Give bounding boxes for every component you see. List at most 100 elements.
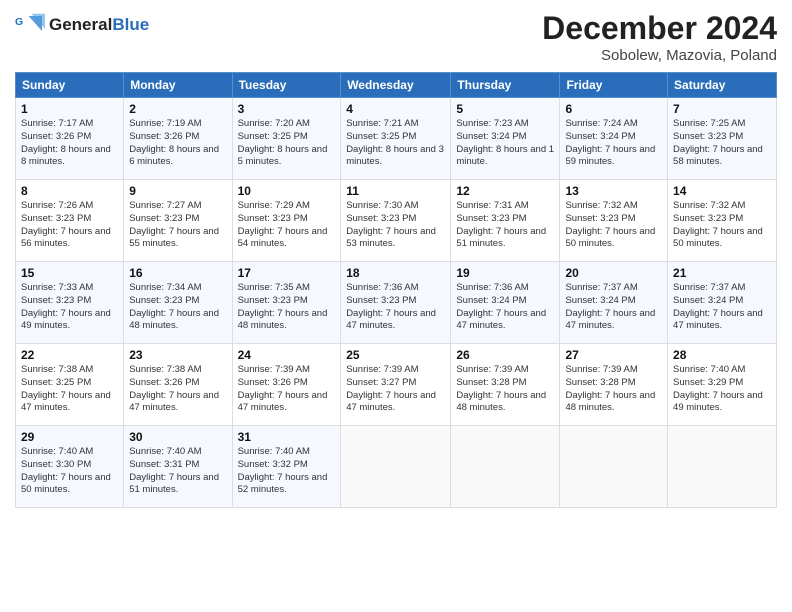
col-tuesday: Tuesday (232, 73, 341, 98)
day-info: Sunrise: 7:40 AMSunset: 3:30 PMDaylight:… (21, 446, 118, 497)
day-info: Sunrise: 7:36 AMSunset: 3:23 PMDaylight:… (346, 282, 445, 333)
day-number: 10 (238, 184, 336, 198)
day-number: 21 (673, 266, 771, 280)
day-number: 6 (565, 102, 662, 116)
table-row: 9 Sunrise: 7:27 AMSunset: 3:23 PMDayligh… (124, 180, 232, 262)
day-number: 5 (456, 102, 554, 116)
day-number: 9 (129, 184, 226, 198)
table-row (341, 426, 451, 508)
day-info: Sunrise: 7:39 AMSunset: 3:26 PMDaylight:… (238, 364, 336, 415)
day-info: Sunrise: 7:30 AMSunset: 3:23 PMDaylight:… (346, 200, 445, 251)
calendar-header-row: Sunday Monday Tuesday Wednesday Thursday… (16, 73, 777, 98)
calendar-week-row: 15 Sunrise: 7:33 AMSunset: 3:23 PMDaylig… (16, 262, 777, 344)
day-number: 22 (21, 348, 118, 362)
calendar-week-row: 29 Sunrise: 7:40 AMSunset: 3:30 PMDaylig… (16, 426, 777, 508)
table-row: 8 Sunrise: 7:26 AMSunset: 3:23 PMDayligh… (16, 180, 124, 262)
table-row: 6 Sunrise: 7:24 AMSunset: 3:24 PMDayligh… (560, 98, 668, 180)
col-monday: Monday (124, 73, 232, 98)
day-number: 1 (21, 102, 118, 116)
table-row: 2 Sunrise: 7:19 AMSunset: 3:26 PMDayligh… (124, 98, 232, 180)
table-row: 25 Sunrise: 7:39 AMSunset: 3:27 PMDaylig… (341, 344, 451, 426)
col-thursday: Thursday (451, 73, 560, 98)
day-number: 12 (456, 184, 554, 198)
table-row: 16 Sunrise: 7:34 AMSunset: 3:23 PMDaylig… (124, 262, 232, 344)
day-info: Sunrise: 7:39 AMSunset: 3:28 PMDaylight:… (565, 364, 662, 415)
calendar-week-row: 1 Sunrise: 7:17 AMSunset: 3:26 PMDayligh… (16, 98, 777, 180)
subtitle: Sobolew, Mazovia, Poland (542, 47, 777, 64)
day-number: 2 (129, 102, 226, 116)
table-row: 21 Sunrise: 7:37 AMSunset: 3:24 PMDaylig… (668, 262, 777, 344)
day-info: Sunrise: 7:38 AMSunset: 3:26 PMDaylight:… (129, 364, 226, 415)
table-row: 13 Sunrise: 7:32 AMSunset: 3:23 PMDaylig… (560, 180, 668, 262)
logo-text: GeneralBlue (49, 16, 149, 35)
day-info: Sunrise: 7:29 AMSunset: 3:23 PMDaylight:… (238, 200, 336, 251)
table-row: 12 Sunrise: 7:31 AMSunset: 3:23 PMDaylig… (451, 180, 560, 262)
day-info: Sunrise: 7:19 AMSunset: 3:26 PMDaylight:… (129, 118, 226, 169)
day-number: 30 (129, 430, 226, 444)
table-row: 28 Sunrise: 7:40 AMSunset: 3:29 PMDaylig… (668, 344, 777, 426)
col-saturday: Saturday (668, 73, 777, 98)
table-row (668, 426, 777, 508)
table-row: 24 Sunrise: 7:39 AMSunset: 3:26 PMDaylig… (232, 344, 341, 426)
table-row: 10 Sunrise: 7:29 AMSunset: 3:23 PMDaylig… (232, 180, 341, 262)
day-info: Sunrise: 7:33 AMSunset: 3:23 PMDaylight:… (21, 282, 118, 333)
day-info: Sunrise: 7:24 AMSunset: 3:24 PMDaylight:… (565, 118, 662, 169)
day-number: 8 (21, 184, 118, 198)
table-row: 4 Sunrise: 7:21 AMSunset: 3:25 PMDayligh… (341, 98, 451, 180)
day-info: Sunrise: 7:38 AMSunset: 3:25 PMDaylight:… (21, 364, 118, 415)
day-number: 7 (673, 102, 771, 116)
day-info: Sunrise: 7:39 AMSunset: 3:27 PMDaylight:… (346, 364, 445, 415)
logo: G GeneralBlue (15, 10, 149, 40)
day-info: Sunrise: 7:27 AMSunset: 3:23 PMDaylight:… (129, 200, 226, 251)
table-row: 22 Sunrise: 7:38 AMSunset: 3:25 PMDaylig… (16, 344, 124, 426)
day-info: Sunrise: 7:40 AMSunset: 3:31 PMDaylight:… (129, 446, 226, 497)
day-info: Sunrise: 7:37 AMSunset: 3:24 PMDaylight:… (565, 282, 662, 333)
table-row: 20 Sunrise: 7:37 AMSunset: 3:24 PMDaylig… (560, 262, 668, 344)
day-number: 24 (238, 348, 336, 362)
col-sunday: Sunday (16, 73, 124, 98)
header: G GeneralBlue December 2024 Sobolew, Maz… (15, 10, 777, 64)
day-info: Sunrise: 7:17 AMSunset: 3:26 PMDaylight:… (21, 118, 118, 169)
table-row: 1 Sunrise: 7:17 AMSunset: 3:26 PMDayligh… (16, 98, 124, 180)
day-number: 18 (346, 266, 445, 280)
day-info: Sunrise: 7:21 AMSunset: 3:25 PMDaylight:… (346, 118, 445, 169)
day-info: Sunrise: 7:26 AMSunset: 3:23 PMDaylight:… (21, 200, 118, 251)
day-number: 27 (565, 348, 662, 362)
day-info: Sunrise: 7:31 AMSunset: 3:23 PMDaylight:… (456, 200, 554, 251)
day-info: Sunrise: 7:23 AMSunset: 3:24 PMDaylight:… (456, 118, 554, 169)
day-number: 11 (346, 184, 445, 198)
col-friday: Friday (560, 73, 668, 98)
table-row: 7 Sunrise: 7:25 AMSunset: 3:23 PMDayligh… (668, 98, 777, 180)
day-info: Sunrise: 7:39 AMSunset: 3:28 PMDaylight:… (456, 364, 554, 415)
day-number: 28 (673, 348, 771, 362)
table-row: 26 Sunrise: 7:39 AMSunset: 3:28 PMDaylig… (451, 344, 560, 426)
calendar-week-row: 8 Sunrise: 7:26 AMSunset: 3:23 PMDayligh… (16, 180, 777, 262)
table-row: 19 Sunrise: 7:36 AMSunset: 3:24 PMDaylig… (451, 262, 560, 344)
day-info: Sunrise: 7:20 AMSunset: 3:25 PMDaylight:… (238, 118, 336, 169)
day-number: 4 (346, 102, 445, 116)
table-row: 31 Sunrise: 7:40 AMSunset: 3:32 PMDaylig… (232, 426, 341, 508)
day-info: Sunrise: 7:25 AMSunset: 3:23 PMDaylight:… (673, 118, 771, 169)
day-number: 3 (238, 102, 336, 116)
calendar-week-row: 22 Sunrise: 7:38 AMSunset: 3:25 PMDaylig… (16, 344, 777, 426)
col-wednesday: Wednesday (341, 73, 451, 98)
day-info: Sunrise: 7:36 AMSunset: 3:24 PMDaylight:… (456, 282, 554, 333)
table-row: 17 Sunrise: 7:35 AMSunset: 3:23 PMDaylig… (232, 262, 341, 344)
table-row: 14 Sunrise: 7:32 AMSunset: 3:23 PMDaylig… (668, 180, 777, 262)
day-number: 17 (238, 266, 336, 280)
calendar-table: Sunday Monday Tuesday Wednesday Thursday… (15, 72, 777, 508)
table-row: 30 Sunrise: 7:40 AMSunset: 3:31 PMDaylig… (124, 426, 232, 508)
day-number: 29 (21, 430, 118, 444)
table-row: 11 Sunrise: 7:30 AMSunset: 3:23 PMDaylig… (341, 180, 451, 262)
table-row (451, 426, 560, 508)
table-row: 3 Sunrise: 7:20 AMSunset: 3:25 PMDayligh… (232, 98, 341, 180)
title-block: December 2024 Sobolew, Mazovia, Poland (542, 10, 777, 64)
table-row: 5 Sunrise: 7:23 AMSunset: 3:24 PMDayligh… (451, 98, 560, 180)
logo-icon: G (15, 10, 45, 40)
day-info: Sunrise: 7:32 AMSunset: 3:23 PMDaylight:… (673, 200, 771, 251)
day-number: 16 (129, 266, 226, 280)
day-info: Sunrise: 7:40 AMSunset: 3:29 PMDaylight:… (673, 364, 771, 415)
main-title: December 2024 (542, 10, 777, 47)
day-info: Sunrise: 7:35 AMSunset: 3:23 PMDaylight:… (238, 282, 336, 333)
day-number: 25 (346, 348, 445, 362)
